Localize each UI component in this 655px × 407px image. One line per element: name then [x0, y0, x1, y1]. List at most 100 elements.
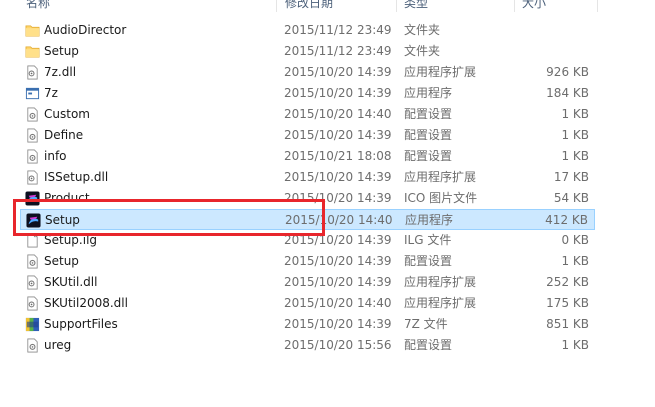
dll-icon: [25, 65, 40, 80]
file-row[interactable]: SKUtil.dll 2015/10/20 14:39 应用程序扩展 252 KB: [20, 272, 595, 293]
app-icon: [26, 213, 41, 228]
file-row[interactable]: Setup.ilg 2015/10/20 14:39 ILG 文件 0 KB: [20, 230, 595, 251]
column-header-size[interactable]: 大小: [516, 0, 546, 12]
file-row[interactable]: Define 2015/10/20 14:39 配置设置 1 KB: [20, 125, 595, 146]
file-name: info: [44, 149, 67, 163]
file-modified-date: 2015/10/20 14:39: [284, 254, 392, 268]
file-row[interactable]: SupportFiles 2015/10/20 14:39 7Z 文件 851 KB: [20, 314, 595, 335]
file-row[interactable]: ureg 2015/10/20 15:56 配置设置 1 KB: [20, 335, 595, 356]
file-row[interactable]: Custom 2015/10/20 14:40 配置设置 1 KB: [20, 104, 595, 125]
file-modified-date: 2015/10/20 14:39: [284, 128, 392, 142]
file-size: 17 KB: [553, 170, 589, 184]
file-name: Product: [44, 191, 90, 205]
dll-icon: [25, 275, 40, 290]
config-icon: [25, 254, 40, 269]
file-modified-date: 2015/10/20 14:40: [284, 107, 392, 121]
file-modified-date: 2015/10/20 14:39: [284, 65, 392, 79]
dll-icon: [25, 296, 40, 311]
file-name: Setup: [44, 44, 79, 58]
file-name: 7z: [44, 86, 58, 100]
file-row[interactable]: Setup 2015/10/20 14:39 配置设置 1 KB: [20, 251, 595, 272]
folder-icon: [25, 23, 40, 38]
file-row[interactable]: SKUtil2008.dll 2015/10/20 14:40 应用程序扩展 175 …: [20, 293, 595, 314]
file-name: Custom: [44, 107, 90, 121]
file-row[interactable]: ISSetup.dll 2015/10/20 14:39 应用程序扩展 17 KB: [20, 167, 595, 188]
file-size: 1 KB: [561, 254, 589, 268]
file-type: 配置设置: [404, 128, 453, 142]
file-size: 851 KB: [546, 317, 589, 331]
file-name: AudioDirector: [44, 23, 127, 37]
file-type: 配置设置: [404, 254, 453, 268]
file-size: 412 KB: [545, 213, 588, 227]
file-name: ISSetup.dll: [44, 170, 109, 184]
file-modified-date: 2015/10/20 14:40: [284, 296, 392, 310]
file-modified-date: 2015/10/20 14:39: [284, 170, 392, 184]
file-row[interactable]: 7z.dll 2015/10/20 14:39 应用程序扩展 926 KB: [20, 62, 595, 83]
file-name: 7z.dll: [44, 65, 77, 79]
file-modified-date: 2015/10/20 14:39: [284, 317, 392, 331]
file-type: ILG 文件: [404, 233, 452, 247]
config-icon: [25, 128, 40, 143]
folder-icon: [25, 44, 40, 59]
column-divider[interactable]: [396, 0, 397, 12]
file-type: 配置设置: [404, 338, 453, 352]
file-size: 1 KB: [561, 128, 589, 142]
file-row[interactable]: Product 2015/10/20 14:39 ICO 图片文件 54 KB: [20, 188, 595, 209]
exe-icon: [25, 86, 40, 101]
app-icon: [25, 191, 40, 206]
file-type: 应用程序扩展: [404, 65, 477, 79]
file-size: 252 KB: [546, 275, 589, 289]
file-type: 配置设置: [404, 107, 453, 121]
file-row[interactable]: Setup 2015/10/20 14:40 应用程序 412 KB: [20, 209, 595, 230]
column-header-bar: 名称 修改日期 类型 大小: [0, 0, 655, 12]
column-header-name[interactable]: 名称: [20, 0, 50, 12]
file-type: 应用程序扩展: [404, 296, 477, 310]
file-size: 926 KB: [546, 65, 589, 79]
file-modified-date: 2015/10/21 18:08: [284, 149, 392, 163]
file-type: 配置设置: [404, 149, 453, 163]
file-name: SKUtil2008.dll: [44, 296, 128, 310]
file-size: 54 KB: [553, 191, 589, 205]
column-divider[interactable]: [276, 0, 277, 12]
config-icon: [25, 338, 40, 353]
column-header-type[interactable]: 类型: [398, 0, 428, 12]
file-row[interactable]: info 2015/10/21 18:08 配置设置 1 KB: [20, 146, 595, 167]
file-modified-date: 2015/10/20 14:39: [284, 233, 392, 247]
file-type: 应用程序: [404, 86, 453, 100]
file-type: ICO 图片文件: [404, 191, 478, 205]
file-modified-date: 2015/11/12 23:49: [284, 23, 392, 37]
file-type: 文件夹: [404, 23, 441, 37]
file-name: Define: [44, 128, 84, 142]
file-modified-date: 2015/11/12 23:49: [284, 44, 392, 58]
file-icon: [25, 233, 40, 248]
archive-icon: [25, 317, 40, 332]
file-type: 7Z 文件: [404, 317, 448, 331]
file-type: 文件夹: [404, 44, 441, 58]
file-name: SupportFiles: [44, 317, 118, 331]
file-modified-date: 2015/10/20 15:56: [284, 338, 392, 352]
column-divider[interactable]: [514, 0, 515, 12]
file-row[interactable]: Setup 2015/11/12 23:49 文件夹: [20, 41, 595, 62]
file-modified-date: 2015/10/20 14:39: [284, 86, 392, 100]
file-row[interactable]: AudioDirector 2015/11/12 23:49 文件夹: [20, 20, 595, 41]
file-name: ureg: [44, 338, 72, 352]
file-size: 0 KB: [561, 233, 589, 247]
file-size: 1 KB: [561, 338, 589, 352]
file-size: 184 KB: [546, 86, 589, 100]
config-icon: [25, 107, 40, 122]
file-size: 1 KB: [561, 149, 589, 163]
file-type: 应用程序扩展: [404, 170, 477, 184]
file-row[interactable]: 7z 2015/10/20 14:39 应用程序 184 KB: [20, 83, 595, 104]
file-modified-date: 2015/10/20 14:39: [284, 191, 392, 205]
file-name: SKUtil.dll: [44, 275, 98, 289]
config-icon: [25, 149, 40, 164]
file-name: Setup.ilg: [44, 233, 98, 247]
file-type: 应用程序扩展: [404, 275, 477, 289]
column-header-date[interactable]: 修改日期: [279, 0, 333, 12]
file-name: Setup: [44, 254, 79, 268]
dll-icon: [25, 170, 40, 185]
file-size: 175 KB: [546, 296, 589, 310]
column-divider[interactable]: [597, 0, 598, 12]
file-modified-date: 2015/10/20 14:40: [285, 213, 393, 227]
file-modified-date: 2015/10/20 14:39: [284, 275, 392, 289]
